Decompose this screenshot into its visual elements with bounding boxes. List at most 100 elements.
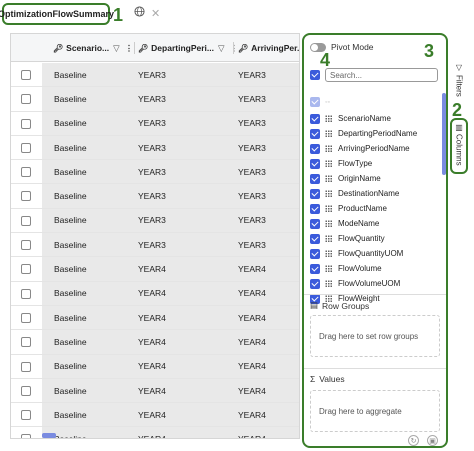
drag-handle-icon[interactable]: [325, 145, 333, 152]
column-header-scenario[interactable]: 🔑︎ Scenario... ▽ ⋮: [53, 34, 139, 62]
table-row[interactable]: Baseline YEAR3 YEAR3: [11, 160, 299, 185]
column-list-item[interactable]: DestinationName: [310, 186, 436, 201]
column-header-arriving-period[interactable]: 🔑︎ ArrivingPer...: [238, 34, 299, 62]
globe-icon[interactable]: [134, 6, 145, 20]
drag-handle-icon[interactable]: [325, 160, 333, 167]
values-label: Values: [319, 374, 345, 384]
table-row[interactable]: Baseline YEAR4 YEAR4: [11, 281, 299, 306]
column-list-item[interactable]: ModeName: [310, 216, 436, 231]
column-list-item[interactable]: FlowVolume: [310, 261, 436, 276]
table-row[interactable]: Baseline YEAR3 YEAR3: [11, 63, 299, 88]
search-placeholder: Search...: [330, 70, 363, 80]
column-checkbox[interactable]: [310, 218, 320, 229]
row-checkbox[interactable]: [21, 264, 31, 275]
tab-optimization-flow-summary[interactable]: OptimizationFlowSummary: [0, 3, 114, 25]
table-row[interactable]: Baseline YEAR4 YEAR4: [11, 354, 299, 379]
row-checkbox[interactable]: [21, 312, 31, 323]
column-checkbox[interactable]: [310, 263, 320, 274]
drag-handle-icon[interactable]: [325, 250, 333, 257]
table-row[interactable]: Baseline YEAR4 YEAR4: [11, 330, 299, 355]
row-checkbox[interactable]: [21, 361, 31, 372]
drag-handle-icon[interactable]: [325, 115, 333, 122]
drag-handle-icon[interactable]: [325, 265, 333, 272]
cell-departing-period: YEAR4: [138, 336, 166, 347]
column-checkbox[interactable]: [310, 158, 320, 169]
column-menu-icon[interactable]: ⋮: [125, 43, 134, 54]
drag-handle-icon[interactable]: [325, 130, 333, 137]
table-row[interactable]: Baseline YEAR3 YEAR3: [11, 111, 299, 136]
table-row[interactable]: Baseline YEAR3 YEAR3: [11, 87, 299, 112]
table-row[interactable]: Baseline YEAR4 YEAR4: [11, 257, 299, 282]
column-list-item[interactable]: FlowVolumeUOM: [310, 276, 436, 291]
column-checkbox[interactable]: [310, 203, 320, 214]
table-row[interactable]: Baseline YEAR4 YEAR4: [11, 305, 299, 331]
collapse-icon[interactable]: ◦◦: [325, 99, 330, 106]
cell-scenario: Baseline: [54, 93, 87, 104]
column-list-item[interactable]: FlowQuantityUOM: [310, 246, 436, 261]
row-checkbox[interactable]: [21, 94, 31, 105]
column-name: ModeName: [338, 219, 380, 228]
drag-handle-icon[interactable]: [325, 190, 333, 197]
row-checkbox[interactable]: [21, 434, 31, 438]
cell-scenario: Baseline: [54, 312, 87, 323]
lock-icon[interactable]: ▣: [427, 435, 438, 446]
table-row[interactable]: Baseline YEAR4 YEAR4: [11, 378, 299, 404]
column-list-item[interactable]: OriginName: [310, 171, 436, 186]
column-checkbox[interactable]: [310, 188, 320, 199]
column-list-item[interactable]: DepartingPeriodName: [310, 126, 436, 141]
drag-handle-icon[interactable]: [325, 205, 333, 212]
row-checkbox[interactable]: [21, 337, 31, 348]
row-checkbox[interactable]: [21, 288, 31, 299]
column-list-item[interactable]: ProductName: [310, 201, 436, 216]
column-checkbox[interactable]: [310, 233, 320, 244]
values-dropzone[interactable]: Drag here to aggregate: [310, 390, 440, 432]
refresh-icon[interactable]: ↻: [408, 435, 419, 446]
cell-departing-period: YEAR4: [138, 361, 166, 372]
column-checkbox[interactable]: [310, 128, 320, 139]
column-list-scrollbar[interactable]: [442, 93, 446, 175]
column-checkbox[interactable]: [310, 278, 320, 289]
values-hint: Drag here to aggregate: [319, 406, 402, 416]
drag-handle-icon[interactable]: [325, 235, 333, 242]
table-row[interactable]: Baseline YEAR4 YEAR4: [11, 403, 299, 428]
table-row[interactable]: Baseline YEAR3 YEAR3: [11, 184, 299, 209]
side-tab-columns[interactable]: ▥ Columns: [450, 118, 468, 174]
column-list-item[interactable]: ScenarioName: [310, 111, 436, 126]
table-row[interactable]: Baseline YEAR3 YEAR3: [11, 233, 299, 258]
cell-departing-period: YEAR4: [138, 312, 166, 323]
row-groups-dropzone[interactable]: Drag here to set row groups: [310, 315, 440, 357]
table-row[interactable]: Baseline YEAR3 YEAR3: [11, 208, 299, 234]
drag-handle-icon[interactable]: [325, 280, 333, 287]
table-row[interactable]: Baseline YEAR3 YEAR3: [11, 135, 299, 161]
drag-handle-icon[interactable]: [325, 175, 333, 182]
column-list-item[interactable]: FlowQuantity: [310, 231, 436, 246]
column-checkbox[interactable]: [310, 173, 320, 184]
column-search-input[interactable]: Search...: [325, 68, 438, 82]
row-checkbox[interactable]: [21, 385, 31, 396]
cell-scenario: Baseline: [54, 239, 87, 250]
column-list-item[interactable]: ArrivingPeriodName: [310, 141, 436, 156]
filter-icon[interactable]: ▽: [113, 43, 120, 54]
row-checkbox[interactable]: [21, 191, 31, 202]
select-all-checkbox[interactable]: [310, 70, 320, 80]
column-checkbox[interactable]: [310, 248, 320, 259]
row-checkbox[interactable]: [21, 70, 31, 80]
row-checkbox[interactable]: [21, 118, 31, 129]
row-checkbox[interactable]: [21, 240, 31, 251]
row-checkbox[interactable]: [21, 167, 31, 178]
row-checkbox[interactable]: [21, 215, 31, 226]
horizontal-scrollbar[interactable]: [42, 433, 56, 438]
cell-arriving-period: YEAR3: [238, 215, 266, 226]
column-checkbox[interactable]: [310, 113, 320, 124]
close-icon[interactable]: ✕: [151, 7, 160, 20]
column-checkbox[interactable]: [310, 143, 320, 154]
cell-scenario: Baseline: [54, 409, 87, 420]
row-checkbox[interactable]: [21, 410, 31, 421]
group-checkbox[interactable]: [310, 97, 320, 107]
column-list-item[interactable]: FlowType: [310, 156, 436, 171]
filter-icon[interactable]: ▽: [218, 43, 225, 54]
row-checkbox[interactable]: [21, 142, 31, 153]
column-header-departing-period[interactable]: 🔑︎ DepartingPeri... ▽ ⋮: [138, 34, 236, 62]
cell-arriving-period: YEAR4: [238, 288, 266, 299]
drag-handle-icon[interactable]: [325, 220, 333, 227]
